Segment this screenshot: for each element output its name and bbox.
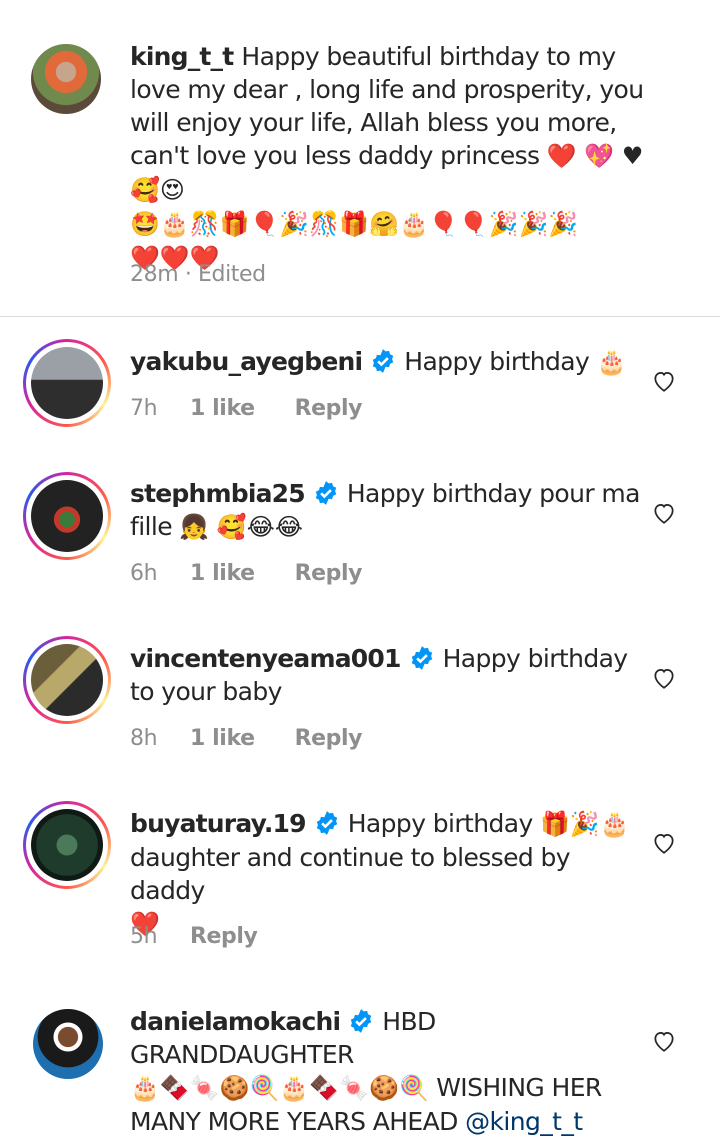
reply-button[interactable]: Reply <box>295 561 363 586</box>
comment-meta: 6h 1 like Reply <box>130 561 363 586</box>
avatar[interactable] <box>23 339 111 427</box>
caption-emoji-2: 🤩🎂🎊🎁🎈🎉🎊🎁🤗🎂🎈🎈🎉🎉🎉 <box>130 210 579 238</box>
comment-time: 8h <box>130 726 158 751</box>
mention-link[interactable]: @king_t_t <box>465 1107 583 1136</box>
comment-emoji: 🎂 <box>596 348 627 376</box>
comment-likes[interactable]: 1 like <box>190 396 255 421</box>
comment-likes[interactable]: 1 like <box>190 561 255 586</box>
verified-icon <box>411 646 432 670</box>
comment-username[interactable]: yakubu_ayegbeni <box>130 347 363 376</box>
like-heart-icon[interactable] <box>651 368 677 394</box>
reply-button[interactable]: Reply <box>295 396 363 421</box>
comment-username[interactable]: buyaturay.19 <box>130 809 307 838</box>
comment-time: 5h <box>130 924 158 949</box>
reply-button[interactable]: Reply <box>190 924 258 949</box>
comment-body: Happy birthday <box>404 347 590 376</box>
comment-text: vincentenyeama001 Happy birthday to your … <box>130 642 650 708</box>
comment-body: Happy birthday <box>347 809 534 838</box>
avatar[interactable] <box>23 472 111 560</box>
comment-likes[interactable]: 1 like <box>190 726 255 751</box>
comment-text: danielamokachi HBD GRANDDAUGHTER 🎂🍫🍬🍪🍭🎂🍫🍬… <box>130 1005 650 1138</box>
comment-time: 6h <box>130 561 158 586</box>
avatar[interactable] <box>33 1009 103 1079</box>
verified-icon <box>315 481 337 505</box>
avatar[interactable] <box>23 801 111 889</box>
comment-meta: 5h Reply <box>130 924 258 949</box>
post-caption: king_t_t Happy beautiful birthday to my l… <box>0 0 720 316</box>
comment-meta: 8h 1 like Reply <box>130 726 363 751</box>
caption-text: king_t_t Happy beautiful birthday to my l… <box>130 40 650 275</box>
comment-body-cont: daughter and continue to blessed by dadd… <box>130 843 571 905</box>
comment-time: 7h <box>130 396 158 421</box>
like-heart-icon[interactable] <box>651 500 677 526</box>
comment-username[interactable]: danielamokachi <box>130 1007 341 1036</box>
comment-username[interactable]: stephmbia25 <box>130 479 306 508</box>
comment-text: buyaturay.19 Happy birthday 🎁🎉🎂 daughter … <box>130 807 650 941</box>
verified-icon <box>316 811 337 835</box>
comment-username[interactable]: vincentenyeama001 <box>130 644 401 673</box>
comment-text: stephmbia25 Happy birthday pour ma fille … <box>130 477 650 544</box>
comment-meta: 7h 1 like Reply <box>130 396 363 421</box>
caption-time: 28m · Edited <box>130 262 266 287</box>
avatar[interactable] <box>31 44 101 114</box>
verified-icon <box>351 1009 372 1033</box>
reply-button[interactable]: Reply <box>295 726 363 751</box>
verified-icon <box>373 349 394 373</box>
avatar[interactable] <box>23 636 111 724</box>
comment-emoji: 🎂🍫🍬🍪🍭🎂🍫🍬🍪🍭 <box>130 1074 429 1102</box>
comment-emoji: 👧 🥰😂😂 <box>179 513 303 541</box>
divider <box>0 316 720 317</box>
comment-text: yakubu_ayegbeni Happy birthday 🎂 <box>130 345 650 379</box>
like-heart-icon[interactable] <box>651 830 677 856</box>
like-heart-icon[interactable] <box>651 665 677 691</box>
caption-username[interactable]: king_t_t <box>130 42 234 71</box>
comment-emoji: 🎁🎉🎂 <box>540 810 630 838</box>
like-heart-icon[interactable] <box>651 1028 677 1054</box>
